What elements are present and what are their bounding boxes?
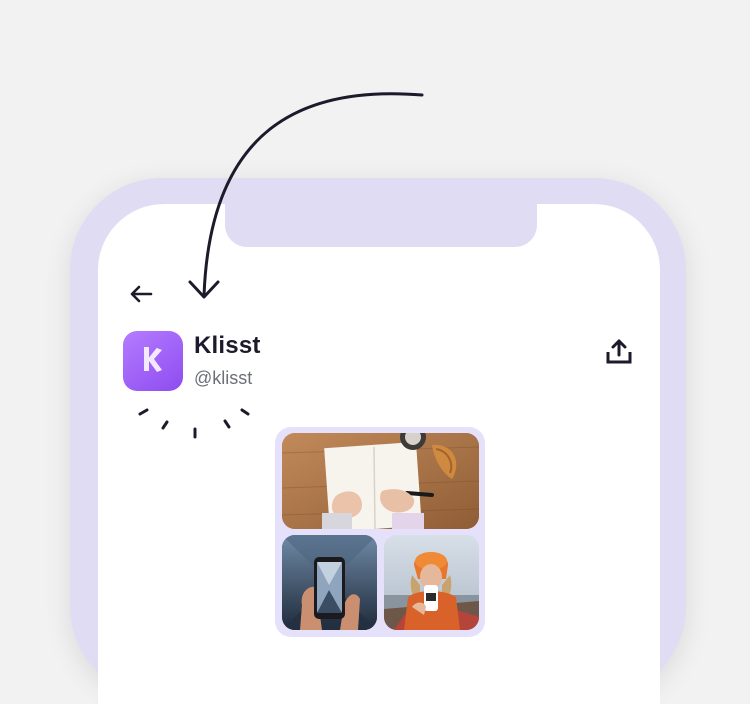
share-button[interactable] (600, 336, 638, 372)
profile-name: Klisst (194, 332, 261, 359)
klisst-logo-icon (135, 341, 171, 382)
photo-gallery (275, 427, 485, 637)
phone-camera-photo[interactable] (282, 535, 377, 630)
notebook-writing-photo[interactable] (282, 433, 479, 529)
profile-handle: @klisst (194, 368, 253, 388)
back-button[interactable] (124, 280, 158, 312)
phone-notch (225, 204, 537, 247)
arrow-left-icon (129, 284, 153, 309)
avatar[interactable] (123, 331, 183, 391)
woman-orange-beanie-photo[interactable] (384, 535, 479, 630)
share-upload-icon (605, 338, 633, 371)
